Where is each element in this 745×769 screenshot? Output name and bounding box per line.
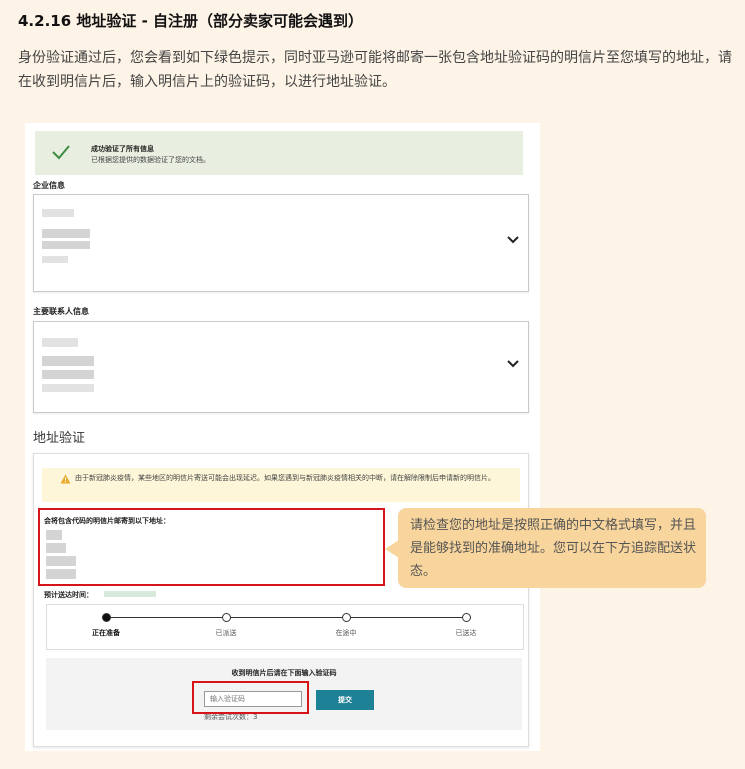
callout-pointer (385, 540, 399, 558)
step-in-transit: 在途中 (335, 629, 357, 637)
business-info-label: 企业信息 (33, 181, 65, 190)
eta-label: 预计送达时间： (44, 591, 93, 599)
step-dispatched: 已派送 (215, 629, 237, 637)
step-dot (102, 613, 111, 622)
chevron-down-icon[interactable] (506, 359, 520, 369)
screenshot-panel: 成功验证了所有信息 已根据您提供的数据验证了您的文档。 企业信息 主要联系人信息… (25, 123, 540, 751)
redacted-text (42, 256, 68, 263)
address-verification-heading: 地址验证 (33, 431, 86, 446)
step-dot (462, 613, 471, 622)
page-title: 4.2.16 地址验证 - 自注册（部分卖家可能会遇到） (18, 12, 364, 30)
business-info-card[interactable] (33, 194, 529, 292)
redacted-text (42, 370, 94, 379)
redacted-eta (104, 591, 156, 597)
notice-text: 由于新冠肺炎疫情，某些地区的明信片寄送可能会出现延迟。如果您遇到与新冠肺炎疫情相… (75, 474, 495, 482)
code-input-highlight-box (192, 681, 309, 714)
success-banner: 成功验证了所有信息 已根据您提供的数据验证了您的文档。 (35, 131, 523, 175)
step-dot (222, 613, 231, 622)
redacted-text (42, 241, 90, 249)
step-preparing: 正在准备 (92, 629, 120, 637)
primary-contact-card[interactable] (33, 321, 529, 413)
chevron-down-icon[interactable] (506, 235, 520, 245)
tracker-line (105, 617, 469, 618)
intro-text: 身份验证通过后，您会看到如下绿色提示，同时亚马逊可能将邮寄一张包含地址验证码的明… (18, 50, 732, 90)
success-title: 成功验证了所有信息 (91, 145, 154, 153)
address-highlight-box (38, 508, 385, 586)
submit-button[interactable]: 提交 (316, 690, 374, 710)
tip-callout: 请检查您的地址是按照正确的中文格式填写，并且是能够找到的准确地址。您可以在下方追… (385, 508, 706, 588)
step-delivered: 已送达 (455, 629, 477, 637)
redacted-text (42, 356, 94, 366)
primary-contact-label: 主要联系人信息 (33, 307, 89, 316)
redacted-text (42, 229, 90, 238)
step-dot (342, 613, 351, 622)
callout-text: 请检查您的地址是按照正确的中文格式填写，并且是能够找到的准确地址。您可以在下方追… (410, 518, 697, 579)
check-icon (52, 145, 70, 160)
warning-icon (60, 474, 71, 484)
delivery-tracker: 正在准备 已派送 在途中 已送达 (46, 604, 524, 650)
success-subtitle: 已根据您提供的数据验证了您的文档。 (91, 156, 210, 164)
covid-delay-notice: 由于新冠肺炎疫情，某些地区的明信片寄送可能会出现延迟。如果您遇到与新冠肺炎疫情相… (42, 468, 520, 502)
redacted-text (42, 338, 78, 347)
redacted-text (42, 209, 74, 217)
redacted-text (42, 384, 94, 392)
code-entry-title: 收到明信片后请在下面输入验证码 (231, 669, 337, 677)
